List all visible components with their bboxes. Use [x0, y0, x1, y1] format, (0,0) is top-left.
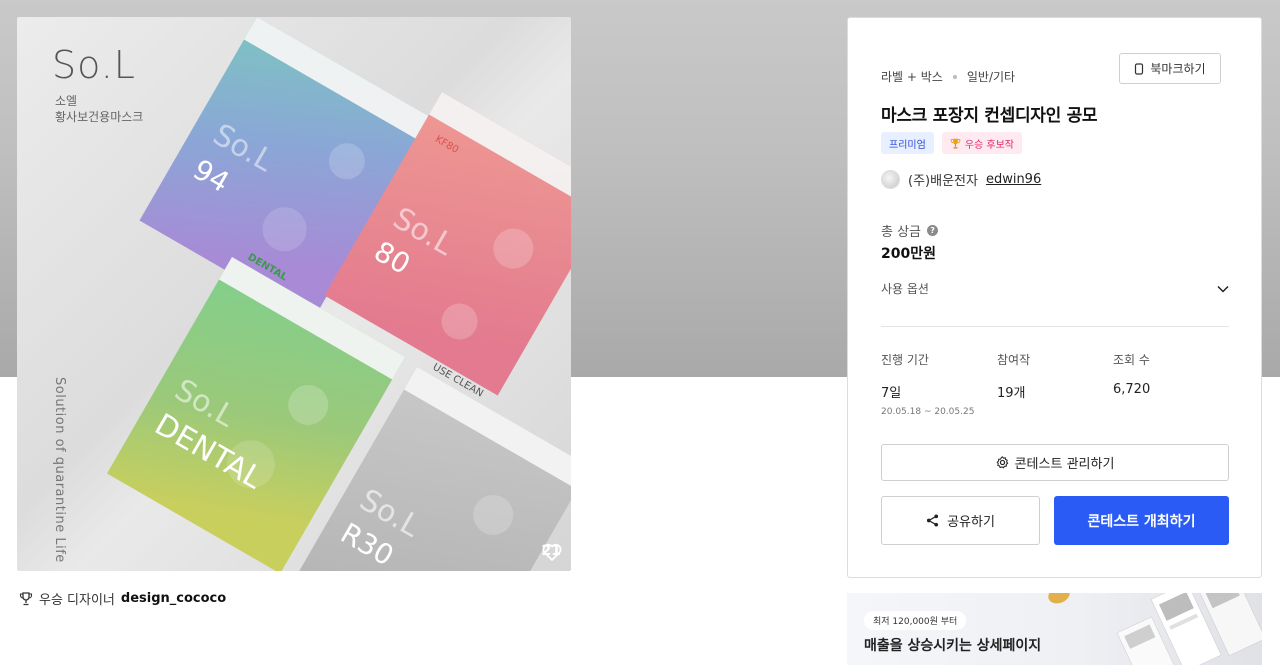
host-avatar[interactable]	[881, 170, 900, 189]
stat-label: 참여작	[997, 353, 1031, 367]
help-icon[interactable]: ?	[927, 225, 939, 236]
bookmark-icon	[1135, 62, 1144, 75]
ad-price-pill: 최저 120,000원 부터	[864, 611, 967, 630]
stat-label: 진행 기간	[881, 353, 929, 367]
winner-label: 우승 디자이너	[39, 593, 115, 608]
vertical-slogan: Solution of quarantine Life	[52, 377, 67, 563]
ad-banner[interactable]: 최저 120,000원 부터 매출을 상승시키는 상세페이지	[847, 593, 1262, 665]
manage-contest-label: 콘테스트 관리하기	[1014, 457, 1115, 472]
options-toggle[interactable]: 사용 옵션	[881, 280, 1229, 297]
prize-label: 총 상금 ?	[881, 221, 939, 240]
ad-title: 매출을 상승시키는 상세페이지	[864, 638, 1042, 654]
stat-value: 19개	[997, 386, 1026, 401]
bookmark-label: 북마크하기	[1150, 62, 1206, 76]
coin-decoration	[1045, 593, 1073, 607]
brand-subtitle-line1: 소엘	[55, 94, 78, 108]
bookmark-button[interactable]: 북마크하기	[1119, 53, 1221, 84]
stat-views: 조회 수 6,720	[1113, 351, 1229, 417]
winner-candidate-badge-label: 우승 후보작	[964, 139, 1014, 151]
stat-value: 7일	[881, 386, 902, 401]
chevron-down-icon	[1217, 285, 1229, 293]
host-handle-link[interactable]: edwin96	[986, 172, 1041, 187]
contest-stats: 진행 기간 7일 20.05.18 ~ 20.05.25 참여작 19개 조회 …	[881, 351, 1229, 417]
breadcrumb-category[interactable]: 라벨 + 박스	[881, 68, 943, 85]
breadcrumb: 라벨 + 박스 일반/기타	[881, 68, 1015, 85]
share-button[interactable]: 공유하기	[881, 496, 1040, 545]
premium-badge-label: 프리미엄	[889, 139, 926, 151]
badge-list: 프리미엄 우승 후보작	[881, 132, 1022, 154]
breadcrumb-separator	[952, 74, 957, 79]
share-icon	[927, 514, 939, 527]
trophy-icon	[950, 138, 961, 148]
trophy-icon	[19, 591, 33, 605]
contest-info-card: 라벨 + 박스 일반/기타 북마크하기 마스크 포장지 컨셉디자인 공모 프리미…	[847, 17, 1262, 578]
stat-duration: 진행 기간 7일 20.05.18 ~ 20.05.25	[881, 351, 997, 417]
winner-name[interactable]: design_cococo	[121, 591, 226, 606]
prize-value: 200만원	[881, 246, 936, 262]
options-label: 사용 옵션	[881, 282, 929, 296]
stat-label: 조회 수	[1113, 353, 1150, 367]
premium-badge: 프리미엄	[881, 132, 934, 154]
winner-candidate-badge: 우승 후보작	[941, 132, 1022, 154]
brand-subtitle: 소엘 황사보건용마스크	[55, 93, 175, 125]
host-name: (주)배운전자	[908, 174, 978, 189]
host-info: (주)배운전자 edwin96	[881, 170, 1041, 189]
host-contest-button[interactable]: 콘테스트 개최하기	[1054, 496, 1229, 545]
contest-title: 마스크 포장지 컨셉디자인 공모	[881, 106, 1098, 126]
brand-subtitle-line2: 황사보건용마스크	[55, 110, 144, 124]
heart-icon	[542, 543, 561, 561]
divider	[881, 326, 1229, 327]
ad-page-mockups	[1116, 593, 1262, 665]
stat-value: 6,720	[1113, 382, 1151, 397]
contest-main-image[interactable]: So.L 94 KF80 So.L 80 DENTAL So.L DENTAL	[17, 17, 571, 571]
manage-contest-button[interactable]: 콘테스트 관리하기	[881, 444, 1229, 481]
stat-entries: 참여작 19개	[997, 351, 1113, 417]
gear-icon	[996, 456, 1008, 469]
brand-logo: So.L	[52, 43, 136, 87]
stat-date-range: 20.05.18 ~ 20.05.25	[881, 407, 975, 417]
host-contest-label: 콘테스트 개최하기	[1087, 513, 1196, 530]
prize-label-text: 총 상금	[881, 225, 922, 240]
share-label: 공유하기	[947, 515, 995, 530]
breadcrumb-subcategory[interactable]: 일반/기타	[967, 68, 1015, 85]
winner-designer: 우승 디자이너 design_cococo	[19, 589, 226, 608]
like-button[interactable]: 21	[542, 543, 561, 561]
